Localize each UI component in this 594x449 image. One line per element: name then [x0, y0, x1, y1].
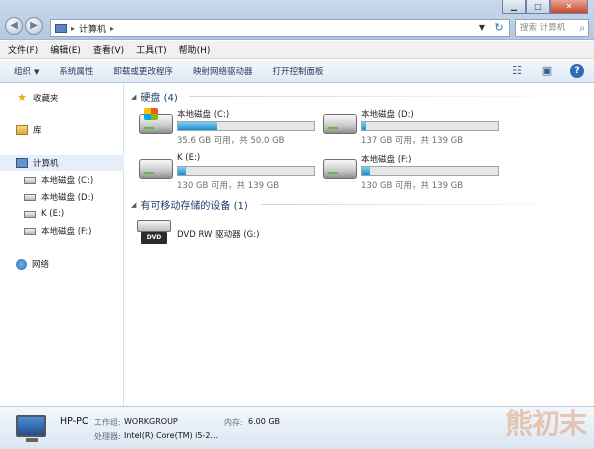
hard-drive-icon: [323, 159, 357, 179]
drive-tile-c[interactable]: 本地磁盘 (C:) 35.6 GB 可用，共 50.0 GB: [139, 108, 329, 146]
content-pane: ◢ 硬盘 (4) 本地磁盘 (C:) 35.6 GB 可用，共 50.0 GB …: [125, 84, 594, 406]
organize-button[interactable]: 组织 ▼: [14, 65, 39, 77]
hard-drive-icon: [139, 108, 173, 134]
preview-pane-icon[interactable]: ▣: [540, 64, 554, 78]
drive-free-space: 130 GB 可用，共 139 GB: [361, 181, 464, 191]
help-icon[interactable]: ?: [570, 64, 584, 78]
sidebar-item-drive-d[interactable]: 本地磁盘 (D:): [0, 189, 124, 205]
group-divider: [189, 96, 589, 97]
collapse-icon: ◢: [131, 200, 137, 209]
menu-bar: 文件(F) 编辑(E) 查看(V) 工具(T) 帮助(H): [0, 41, 594, 59]
processor-value: Intel(R) Core(TM) i5-2...: [124, 431, 219, 440]
search-input[interactable]: 搜索 计算机 ⌕: [515, 19, 589, 37]
drive-icon: [24, 227, 36, 235]
map-network-drive-button[interactable]: 映射网络驱动器: [193, 65, 253, 77]
windows-logo-icon: [144, 108, 158, 120]
breadcrumb-computer[interactable]: 计算机: [79, 22, 106, 35]
search-icon: ⌕: [579, 23, 585, 34]
drive-icon: [24, 210, 36, 218]
sidebar-item-favorites[interactable]: ★ 收藏夹: [0, 90, 124, 106]
drive-icon: [24, 176, 36, 184]
minimize-button[interactable]: ▁: [502, 0, 526, 14]
computer-icon: [16, 158, 28, 168]
drive-name: 本地磁盘 (F:): [361, 155, 412, 165]
open-control-panel-button[interactable]: 打开控制面板: [272, 65, 323, 77]
uninstall-program-button[interactable]: 卸载或更改程序: [113, 65, 173, 77]
menu-tools[interactable]: 工具(T): [136, 43, 167, 56]
drive-usage-bar: [361, 166, 499, 176]
network-icon: [16, 258, 27, 270]
processor-label: 处理器:: [94, 432, 121, 441]
drive-tile-f[interactable]: 本地磁盘 (F:) 130 GB 可用，共 139 GB: [323, 153, 513, 191]
computer-monitor-icon: [16, 415, 46, 437]
sidebar-item-network[interactable]: 网络: [0, 256, 124, 272]
collapse-icon: ◢: [131, 92, 137, 101]
sidebar-item-libraries[interactable]: 库: [0, 122, 124, 138]
sidebar-item-drive-e[interactable]: K (E:): [0, 206, 124, 222]
drive-tile-d[interactable]: 本地磁盘 (D:) 137 GB 可用，共 139 GB: [323, 108, 513, 146]
monitor-stand: [26, 438, 38, 442]
maximize-button[interactable]: □: [526, 0, 550, 14]
address-bar[interactable]: ▸ 计算机 ▸ ▼ ↻: [50, 19, 510, 37]
hard-drive-icon: [323, 114, 357, 134]
drive-name: 本地磁盘 (D:): [361, 110, 414, 120]
close-button[interactable]: ✕: [550, 0, 588, 14]
drive-name: 本地磁盘 (C:): [177, 110, 230, 120]
drive-free-space: 35.6 GB 可用，共 50.0 GB: [177, 136, 285, 146]
drive-usage-fill: [362, 122, 367, 130]
workgroup-value: WORKGROUP: [124, 417, 178, 426]
breadcrumb-arrow-icon[interactable]: ▸: [71, 24, 75, 33]
change-view-icon[interactable]: ☷: [510, 64, 524, 78]
menu-view[interactable]: 查看(V): [93, 43, 124, 56]
watermark-text: 熊初末: [504, 407, 587, 440]
window-controls: ▁ □ ✕: [502, 0, 588, 14]
group-hard-disks[interactable]: ◢ 硬盘 (4): [131, 89, 178, 105]
drive-free-space: 137 GB 可用，共 139 GB: [361, 136, 464, 146]
drive-icon: [24, 193, 36, 201]
computer-name: HP-PC: [60, 416, 89, 427]
sidebar-item-drive-c[interactable]: 本地磁盘 (C:): [0, 172, 124, 188]
memory-label: 内存:: [224, 418, 243, 427]
navigation-pane: ★ 收藏夹 库 计算机 本地磁盘 (C:) 本地磁盘 (D:) K (E:) 本…: [0, 84, 124, 406]
command-bar-right: ☷ ▣ ?: [510, 64, 584, 78]
workgroup-label: 工作组:: [94, 418, 121, 427]
dvd-drive-tile[interactable]: DVD DVD RW 驱动器 (G:): [137, 216, 297, 250]
sidebar-item-drive-f[interactable]: 本地磁盘 (F:): [0, 223, 124, 239]
command-bar: 组织 ▼ 系统属性 卸载或更改程序 映射网络驱动器 打开控制面板 ☷ ▣ ?: [0, 60, 594, 83]
drive-name: K (E:): [177, 153, 201, 163]
hard-drive-icon: [139, 159, 173, 179]
menu-edit[interactable]: 编辑(E): [50, 43, 81, 56]
dvd-drive-name: DVD RW 驱动器 (G:): [177, 230, 260, 240]
refresh-icon[interactable]: ↻: [491, 20, 507, 36]
drive-usage-bar: [361, 121, 499, 131]
system-properties-button[interactable]: 系统属性: [59, 65, 93, 77]
menu-help[interactable]: 帮助(H): [179, 43, 211, 56]
menu-file[interactable]: 文件(F): [8, 43, 38, 56]
group-removable-storage[interactable]: ◢ 有可移动存储的设备 (1): [131, 197, 248, 213]
group-divider: [261, 204, 589, 205]
memory-value: 6.00 GB: [248, 417, 281, 426]
drive-usage-bar: [177, 121, 315, 131]
drive-free-space: 130 GB 可用，共 139 GB: [177, 181, 280, 191]
drive-usage-fill: [362, 167, 371, 175]
back-button[interactable]: ◀: [5, 17, 23, 35]
address-dropdown-icon[interactable]: ▼: [475, 20, 489, 36]
chevron-down-icon: ▼: [34, 68, 40, 76]
forward-button[interactable]: ▶: [25, 17, 43, 35]
drive-usage-fill: [178, 122, 218, 130]
sidebar-item-computer[interactable]: 计算机: [0, 155, 124, 171]
title-bar: ◀ ▶ ▸ 计算机 ▸ ▼ ↻ 搜索 计算机 ⌕ ▁ □ ✕: [0, 0, 594, 40]
drive-usage-bar: [177, 166, 315, 176]
drive-tile-e[interactable]: K (E:) 130 GB 可用，共 139 GB: [139, 153, 329, 191]
drive-usage-fill: [178, 167, 187, 175]
breadcrumb-arrow-icon[interactable]: ▸: [110, 24, 114, 33]
library-icon: [16, 125, 28, 135]
computer-icon: [55, 23, 67, 33]
dvd-drive-icon: DVD: [137, 220, 173, 246]
star-icon: ★: [17, 91, 27, 104]
